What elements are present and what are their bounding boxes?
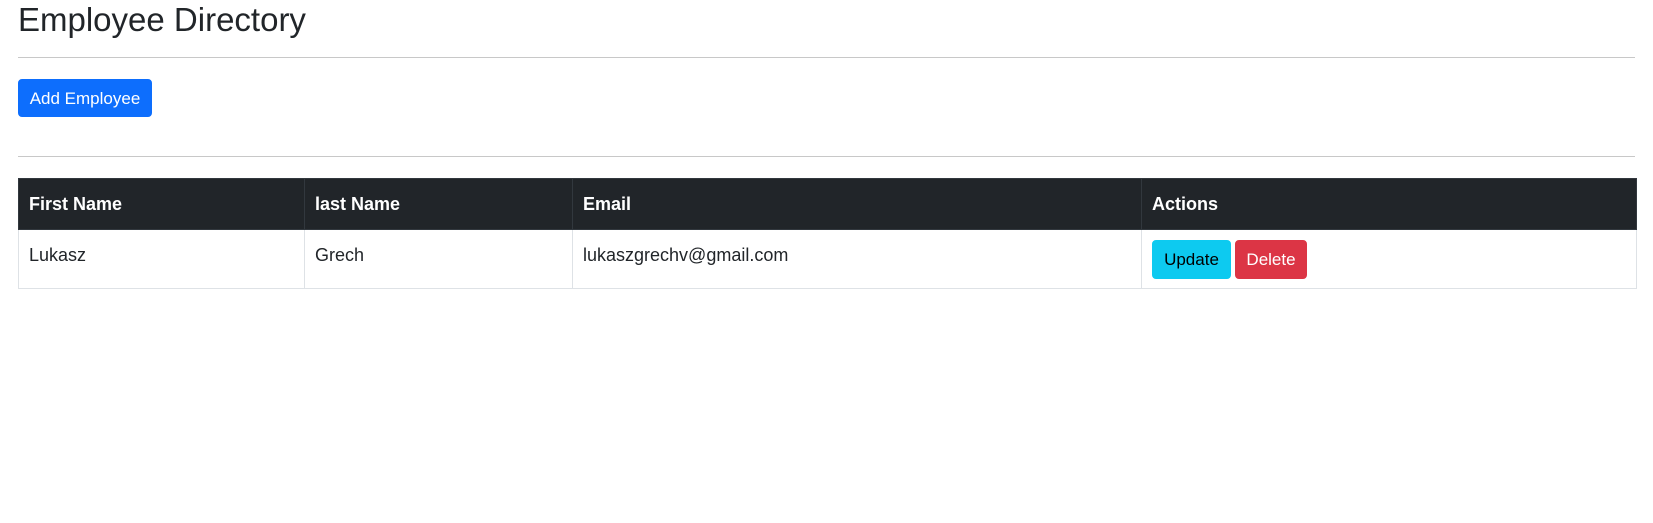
cell-actions: Update Delete	[1141, 229, 1637, 289]
column-header-actions: Actions	[1141, 178, 1637, 230]
delete-button[interactable]: Delete	[1235, 240, 1307, 279]
divider-top	[18, 57, 1635, 58]
table-row: Lukasz Grech lukaszgrechv@gmail.com Upda…	[18, 229, 1637, 289]
update-button[interactable]: Update	[1152, 240, 1231, 279]
column-header-first-name: First Name	[18, 178, 305, 230]
cell-last-name: Grech	[304, 229, 573, 289]
page-title: Employee Directory	[18, 1, 306, 38]
divider-bottom	[18, 156, 1635, 157]
page-container: Employee Directory Add Employee First Na…	[0, 0, 1653, 523]
table-header: First Name last Name Email Actions	[18, 178, 1637, 230]
table-body: Lukasz Grech lukaszgrechv@gmail.com Upda…	[18, 229, 1637, 289]
employee-table: First Name last Name Email Actions Lukas…	[18, 178, 1637, 289]
cell-email: lukaszgrechv@gmail.com	[572, 229, 1142, 289]
column-header-email: Email	[572, 178, 1142, 230]
add-employee-button[interactable]: Add Employee	[18, 79, 152, 117]
table-header-row: First Name last Name Email Actions	[18, 178, 1637, 230]
column-header-last-name: last Name	[304, 178, 573, 230]
cell-first-name: Lukasz	[18, 229, 305, 289]
